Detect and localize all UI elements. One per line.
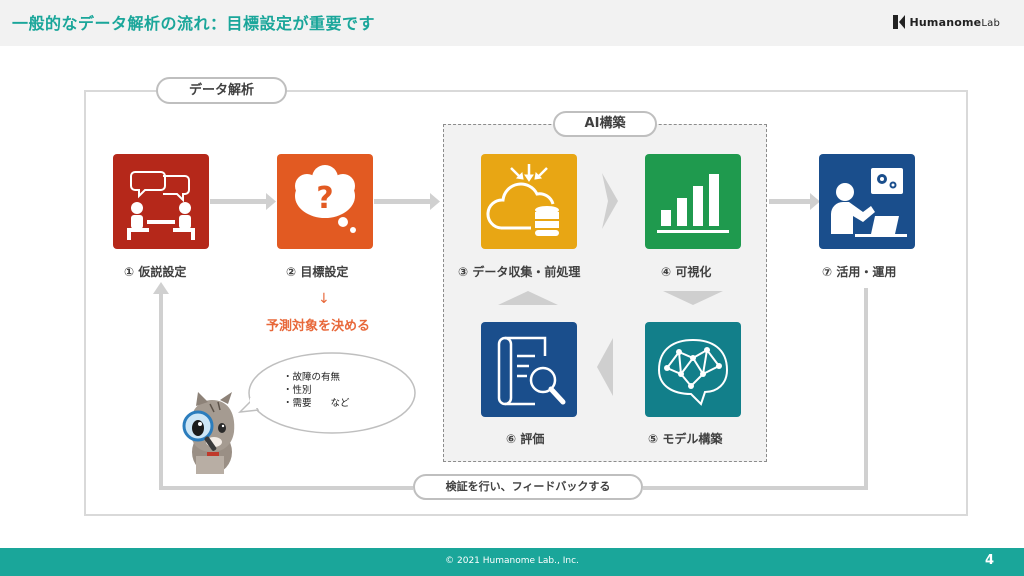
cat-magnifier-illustration	[182, 392, 235, 474]
slide-footer: © 2021 Humanome Lab., Inc. 4	[0, 548, 1024, 576]
page-number: 4	[984, 553, 994, 568]
copyright-text: © 2021 Humanome Lab., Inc.	[445, 556, 579, 566]
